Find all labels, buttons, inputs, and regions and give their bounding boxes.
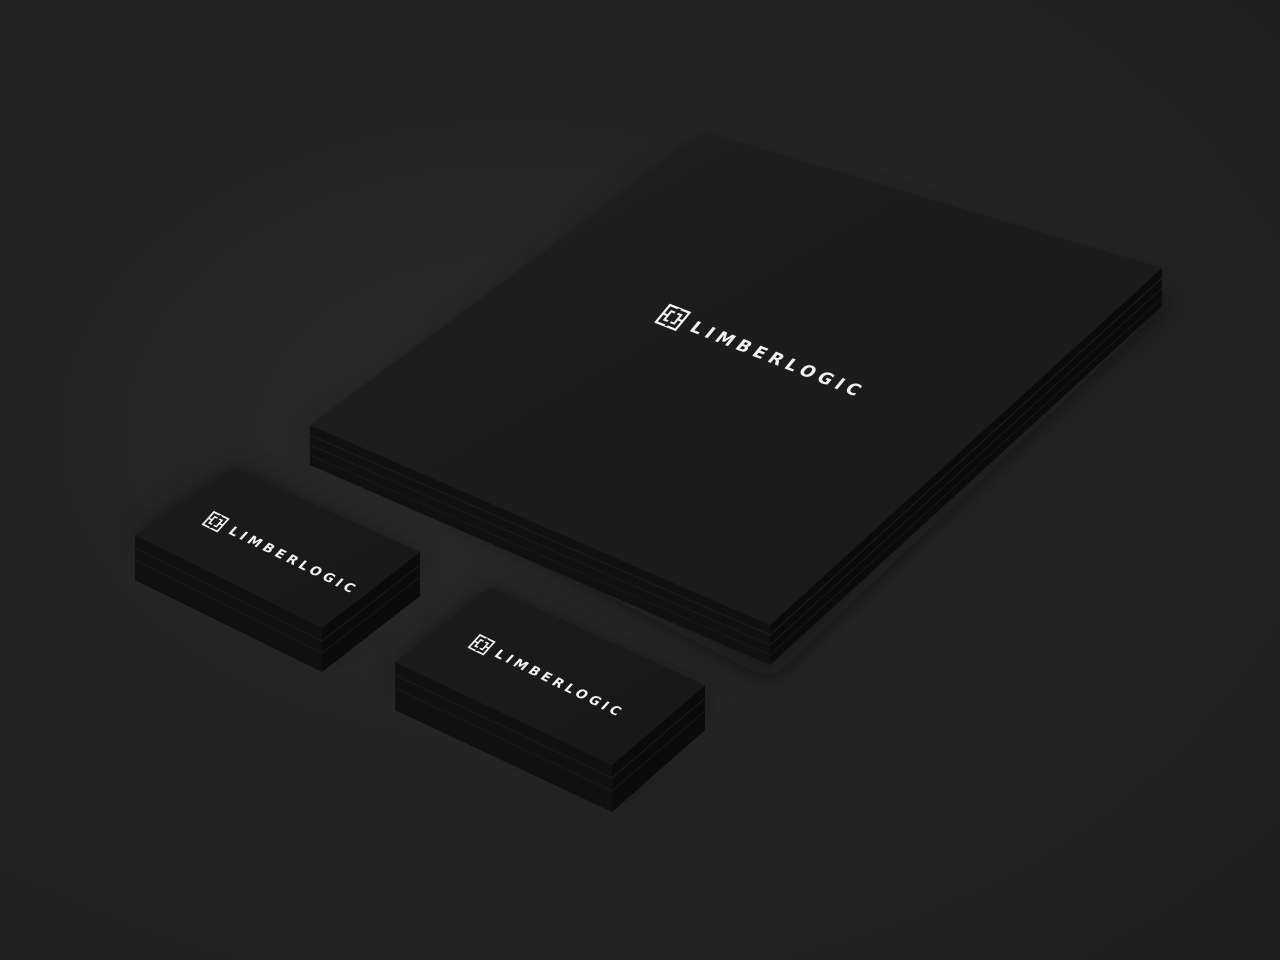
letterhead-stack: LIMBERLOGIC <box>309 132 1170 680</box>
scene-canvas: LIMBERLOGIC LIMBERLOGIC LIMBERLOGIC <box>134 132 1170 812</box>
business-card-left-stack: LIMBERLOGIC <box>134 468 421 672</box>
stationery-mockup-scene: LIMBERLOGIC LIMBERLOGIC LIMBERLOGIC <box>0 0 1280 960</box>
letterhead-top-face <box>310 132 1162 625</box>
